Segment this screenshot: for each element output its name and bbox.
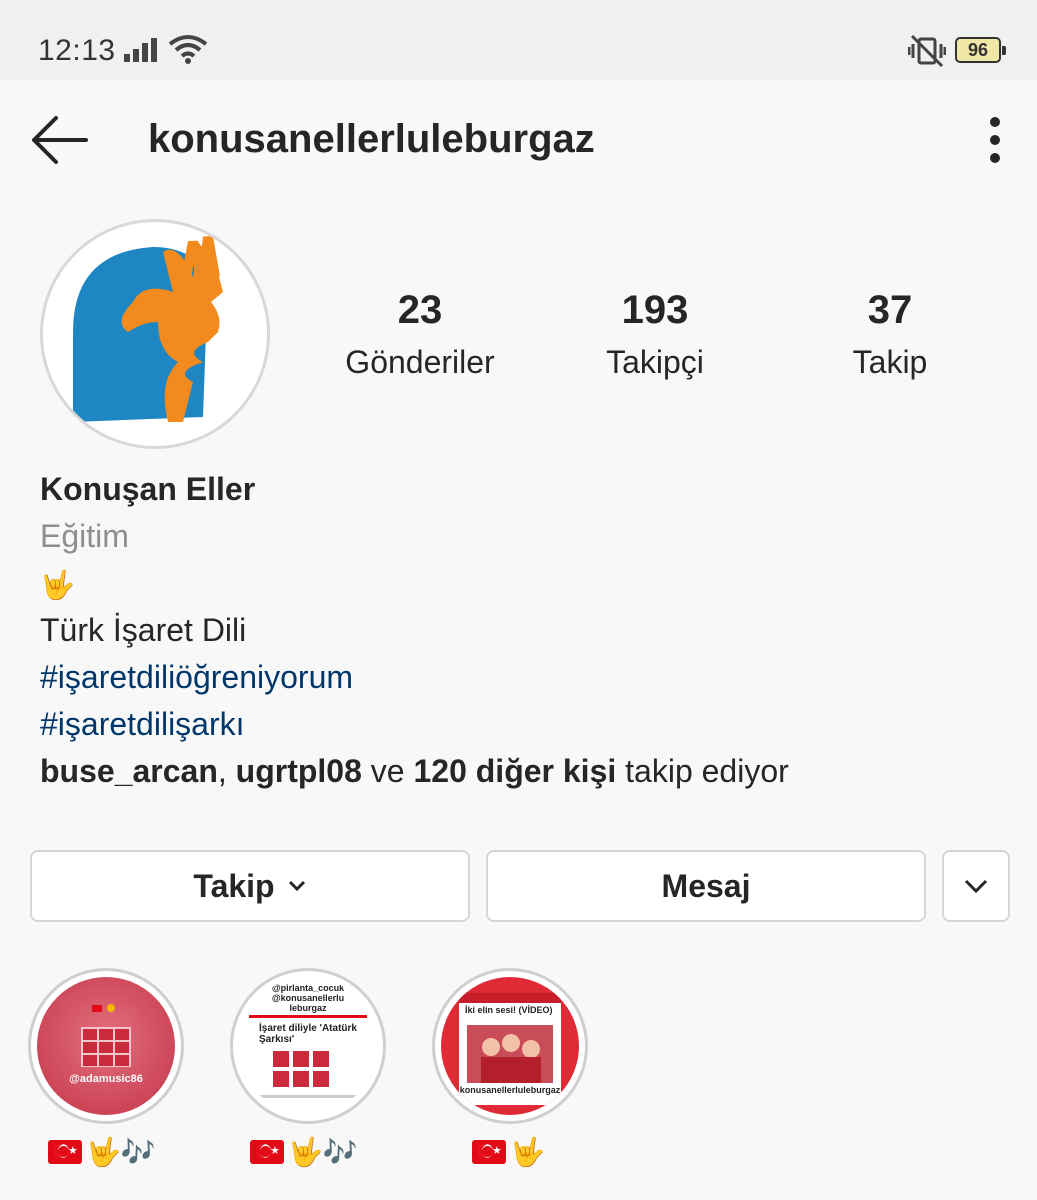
turkey-flag-icon: ★: [250, 1140, 284, 1165]
overlay-line: leburgaz: [289, 1003, 327, 1013]
highlight-thumb-text: İşaret diliyle 'Atatürk Şarkısı': [259, 1023, 357, 1045]
highlight-overlay-text: @pirlanta_cocuk @konusanellerlu leburgaz: [239, 983, 377, 1013]
bio-text: Türk İşaret Dili: [40, 612, 247, 648]
followers-stat[interactable]: 193 Takipçi: [555, 288, 755, 381]
highlight-thumbnail: İki elin sesi! (VİDEO) konusanellerluleb…: [441, 977, 579, 1115]
posts-label: Gönderiler: [345, 344, 495, 380]
followed-by-text[interactable]: buse_arcan, ugrtpl08 ve 120 diğer kişi t…: [40, 750, 1000, 797]
following-stat[interactable]: 37 Takip: [790, 288, 990, 381]
followers-label: Takipçi: [606, 344, 704, 380]
highlight-emojis: 🤟: [510, 1136, 545, 1168]
highlight-emojis: 🤟🎶: [288, 1136, 358, 1168]
story-highlight[interactable]: @adamusic86: [28, 968, 184, 1124]
turkey-flag-icon: ★: [472, 1140, 506, 1165]
message-button-label: Mesaj: [661, 867, 751, 904]
battery-icon: 96: [955, 37, 1006, 63]
message-button[interactable]: Mesaj: [486, 850, 926, 922]
follow-button[interactable]: Takip: [30, 850, 470, 922]
follower-username[interactable]: buse_arcan: [40, 753, 218, 789]
profile-username: konusanellerluleburgaz: [148, 117, 595, 161]
posts-count: 23: [397, 288, 443, 332]
others-count[interactable]: 120 diğer kişi: [413, 753, 616, 789]
arrow-left-icon[interactable]: [28, 112, 90, 168]
highlight-label: ★ 🤟🎶: [250, 1134, 358, 1174]
konusan-eller-logo: [73, 236, 223, 422]
highlight-emojis: 🤟🎶: [86, 1136, 156, 1168]
highlight-thumbnail: @adamusic86: [37, 977, 175, 1115]
highlight-overlay-text: konusanellerluleburgaz: [459, 1085, 561, 1095]
story-highlight[interactable]: @pirlanta_cocuk @konusanellerlu leburgaz…: [230, 968, 386, 1124]
following-label: Takip: [852, 344, 928, 380]
highlight-label: ★ 🤟🎶: [48, 1134, 156, 1174]
follow-button-label: Takip: [193, 867, 275, 904]
signal-icon: [124, 38, 157, 62]
display-name: Konuşan Eller: [40, 471, 256, 507]
chevron-down-icon: [288, 880, 305, 892]
overlay-line: @pirlanta_cocuk: [271, 983, 345, 993]
bio-emoji: 🤟: [40, 562, 1000, 609]
posts-stat[interactable]: 23 Gönderiler: [320, 288, 520, 381]
profile-category: Eğitim: [40, 518, 129, 554]
status-bar: 12:13 96: [0, 0, 1037, 80]
following-count: 37: [867, 288, 913, 332]
chevron-down-icon: [964, 879, 988, 894]
vertical-dots-icon[interactable]: [978, 114, 1012, 166]
wifi-icon: [168, 35, 208, 64]
clock: 12:13: [38, 34, 116, 67]
separator: ,: [217, 753, 236, 789]
turkey-flag-icon: ★: [48, 1140, 82, 1165]
sign-hand-emoji: 🤟: [40, 569, 75, 601]
profile-avatar[interactable]: [40, 219, 270, 449]
highlight-thumbnail: @pirlanta_cocuk @konusanellerlu leburgaz…: [239, 977, 377, 1115]
highlight-label: ★ 🤟: [472, 1134, 545, 1174]
hashtag-link[interactable]: #işaretdilişarkı: [40, 703, 1000, 750]
story-highlight[interactable]: İki elin sesi! (VİDEO) konusanellerluleb…: [432, 968, 588, 1124]
highlight-collage: [81, 1004, 131, 1067]
followers-count: 193: [621, 288, 689, 332]
highlight-thumb-text: İki elin sesi! (VİDEO): [465, 1005, 553, 1015]
follower-username[interactable]: ugrtpl08: [236, 753, 362, 789]
suggested-toggle-button[interactable]: [942, 850, 1010, 922]
profile-bio: Konuşan Eller Eğitim 🤟 Türk İşaret Dili …: [40, 468, 1000, 797]
highlight-thumb-text: @adamusic86: [69, 1073, 143, 1085]
conjunction: ve: [361, 753, 414, 789]
vibrate-mute-icon: [908, 34, 946, 68]
overlay-line: @konusanellerlu: [271, 993, 345, 1003]
followed-suffix: takip ediyor: [616, 753, 789, 789]
hashtag-link[interactable]: #işaretdiliöğreniyorum: [40, 656, 1000, 703]
